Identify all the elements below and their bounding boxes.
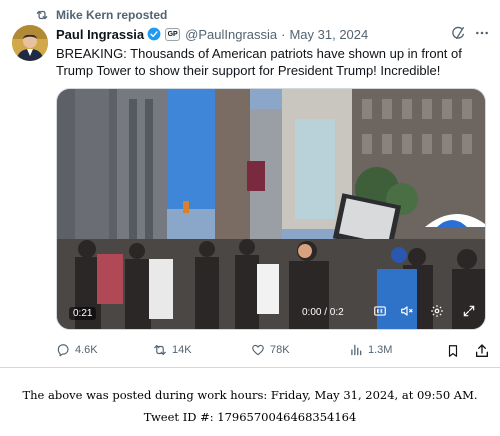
repost-button[interactable]: 14K [153, 343, 192, 357]
video-elapsed-time: 0:21 [69, 307, 97, 320]
views-count: 1.3M [368, 344, 393, 356]
video-player[interactable]: 0:21 0:00 / 0:2 [56, 88, 486, 330]
grok-icon[interactable] [450, 25, 466, 41]
tweet-card[interactable]: Mike Kern reposted Paul Ingrassia GP @Pa… [0, 0, 500, 368]
affiliation-badge[interactable]: GP [165, 27, 181, 41]
cc-icon[interactable] [373, 304, 387, 318]
reply-button[interactable]: 4.6K [56, 343, 98, 357]
video-frame [57, 89, 485, 329]
repost-indicator: Mike Kern reposted [35, 7, 167, 23]
author-handle[interactable]: @PaulIngrassia [185, 27, 277, 42]
expand-icon[interactable] [462, 304, 476, 318]
repost-icon [154, 345, 166, 355]
views-button[interactable]: 1.3M [349, 343, 392, 357]
reply-count: 4.6K [75, 344, 98, 356]
separator-dot: · [281, 26, 286, 42]
volume-icon[interactable] [399, 304, 415, 318]
like-button[interactable]: 78K [251, 343, 290, 357]
tweet-header: Paul Ingrassia GP @PaulIngrassia · May 3… [56, 25, 368, 43]
caption-line-tweet-id: Tweet ID #: 1796570046468354164 [143, 410, 357, 424]
heart-icon [252, 344, 264, 356]
verified-icon [147, 27, 161, 41]
author-name[interactable]: Paul Ingrassia [56, 27, 144, 42]
tweet-text: BREAKING: Thousands of American patriots… [56, 46, 462, 78]
share-icon[interactable] [474, 343, 490, 359]
repost-label[interactable]: Mike Kern reposted [56, 8, 167, 22]
tweet-date[interactable]: May 31, 2024 [289, 27, 368, 42]
reply-icon [57, 344, 69, 357]
repost-count: 14K [172, 344, 192, 356]
caption: The above was posted during work hours: … [0, 384, 500, 428]
bookmark-icon[interactable] [446, 343, 460, 359]
repost-icon [36, 10, 48, 20]
more-icon[interactable] [474, 25, 490, 41]
views-icon [351, 344, 362, 356]
like-count: 78K [270, 344, 290, 356]
caption-line-posted: The above was posted during work hours: … [22, 388, 478, 402]
video-progress-time: 0:00 / 0:2 [302, 307, 344, 318]
avatar[interactable] [12, 25, 48, 61]
tweet-actions: 4.6K 14K 78K 1.3M [56, 343, 494, 359]
gear-icon[interactable] [430, 304, 444, 318]
